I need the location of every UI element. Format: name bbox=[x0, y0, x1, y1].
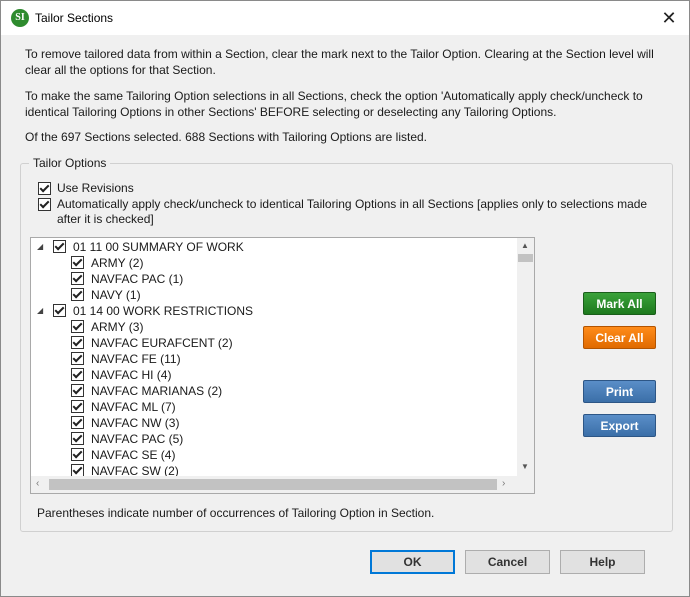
sections-summary: Of the 697 Sections selected. 688 Sectio… bbox=[25, 130, 428, 144]
scroll-right-icon[interactable]: › bbox=[502, 478, 505, 489]
option-checkbox[interactable] bbox=[71, 320, 84, 333]
instruction-auto-apply: To make the same Tailoring Option select… bbox=[25, 89, 643, 119]
option-label: NAVFAC NW (3) bbox=[91, 416, 180, 430]
option-label: NAVFAC HI (4) bbox=[91, 368, 172, 382]
option-label: NAVFAC FE (11) bbox=[91, 352, 181, 366]
horizontal-scroll-thumb[interactable] bbox=[49, 479, 497, 490]
option-checkbox[interactable] bbox=[71, 400, 84, 413]
app-logo-icon: SI bbox=[11, 9, 29, 27]
use-revisions-label: Use Revisions bbox=[57, 181, 134, 195]
window-title: Tailor Sections bbox=[35, 11, 114, 25]
tailor-sections-dialog: SI Tailor Sections ✕ To remove tailored … bbox=[0, 0, 690, 597]
scroll-up-icon[interactable]: ▲ bbox=[521, 241, 529, 250]
option-checkbox[interactable] bbox=[71, 448, 84, 461]
horizontal-scrollbar[interactable]: ‹ › bbox=[31, 476, 534, 493]
title-bar: SI Tailor Sections ✕ bbox=[1, 1, 689, 35]
option-label: NAVY (1) bbox=[91, 288, 141, 302]
close-icon[interactable]: ✕ bbox=[649, 1, 689, 35]
option-checkbox[interactable] bbox=[71, 384, 84, 397]
scroll-down-icon[interactable]: ▼ bbox=[521, 462, 529, 471]
instruction-remove: To remove tailored data from within a Se… bbox=[25, 47, 654, 77]
option-checkbox[interactable] bbox=[71, 288, 84, 301]
option-label: NAVFAC EURAFCENT (2) bbox=[91, 336, 233, 350]
vertical-scroll-thumb[interactable] bbox=[518, 254, 533, 262]
sections-tree[interactable]: ◢ 01 11 00 SUMMARY OF WORK ARMY (2) NAVF… bbox=[30, 237, 535, 494]
footnote-text: Parentheses indicate number of occurrenc… bbox=[37, 506, 435, 520]
tailor-options-label: Tailor Options bbox=[29, 156, 111, 170]
option-label: NAVFAC PAC (1) bbox=[91, 272, 184, 286]
option-checkbox[interactable] bbox=[71, 416, 84, 429]
auto-apply-checkbox[interactable] bbox=[38, 198, 51, 211]
section-checkbox[interactable] bbox=[53, 240, 66, 253]
vertical-scrollbar[interactable]: ▲ ▼ bbox=[517, 238, 534, 476]
option-label: NAVFAC PAC (5) bbox=[91, 432, 184, 446]
mark-all-button[interactable]: Mark All bbox=[583, 292, 656, 315]
option-label: NAVFAC ML (7) bbox=[91, 400, 176, 414]
option-checkbox[interactable] bbox=[71, 272, 84, 285]
section-label: 01 14 00 WORK RESTRICTIONS bbox=[73, 304, 254, 318]
section-label: 01 11 00 SUMMARY OF WORK bbox=[73, 240, 244, 254]
option-label: NAVFAC MARIANAS (2) bbox=[91, 384, 223, 398]
option-checkbox[interactable] bbox=[71, 368, 84, 381]
expand-arrow-icon[interactable]: ◢ bbox=[37, 303, 43, 319]
option-label: NAVFAC SE (4) bbox=[91, 448, 176, 462]
help-button[interactable]: Help bbox=[560, 550, 645, 574]
clear-all-button[interactable]: Clear All bbox=[583, 326, 656, 349]
option-label: ARMY (3) bbox=[91, 320, 144, 334]
ok-button[interactable]: OK bbox=[370, 550, 455, 574]
expand-arrow-icon[interactable]: ◢ bbox=[37, 239, 43, 255]
use-revisions-checkbox[interactable] bbox=[38, 182, 51, 195]
option-checkbox[interactable] bbox=[71, 432, 84, 445]
option-checkbox[interactable] bbox=[71, 256, 84, 269]
auto-apply-label-line1: Automatically apply check/uncheck to ide… bbox=[57, 197, 648, 211]
option-checkbox[interactable] bbox=[71, 352, 84, 365]
section-checkbox[interactable] bbox=[53, 304, 66, 317]
scroll-left-icon[interactable]: ‹ bbox=[36, 478, 39, 489]
auto-apply-label-line2: after it is checked] bbox=[57, 212, 154, 226]
option-checkbox[interactable] bbox=[71, 336, 84, 349]
print-button[interactable]: Print bbox=[583, 380, 656, 403]
export-button[interactable]: Export bbox=[583, 414, 656, 437]
option-label: ARMY (2) bbox=[91, 256, 144, 270]
cancel-button[interactable]: Cancel bbox=[465, 550, 550, 574]
